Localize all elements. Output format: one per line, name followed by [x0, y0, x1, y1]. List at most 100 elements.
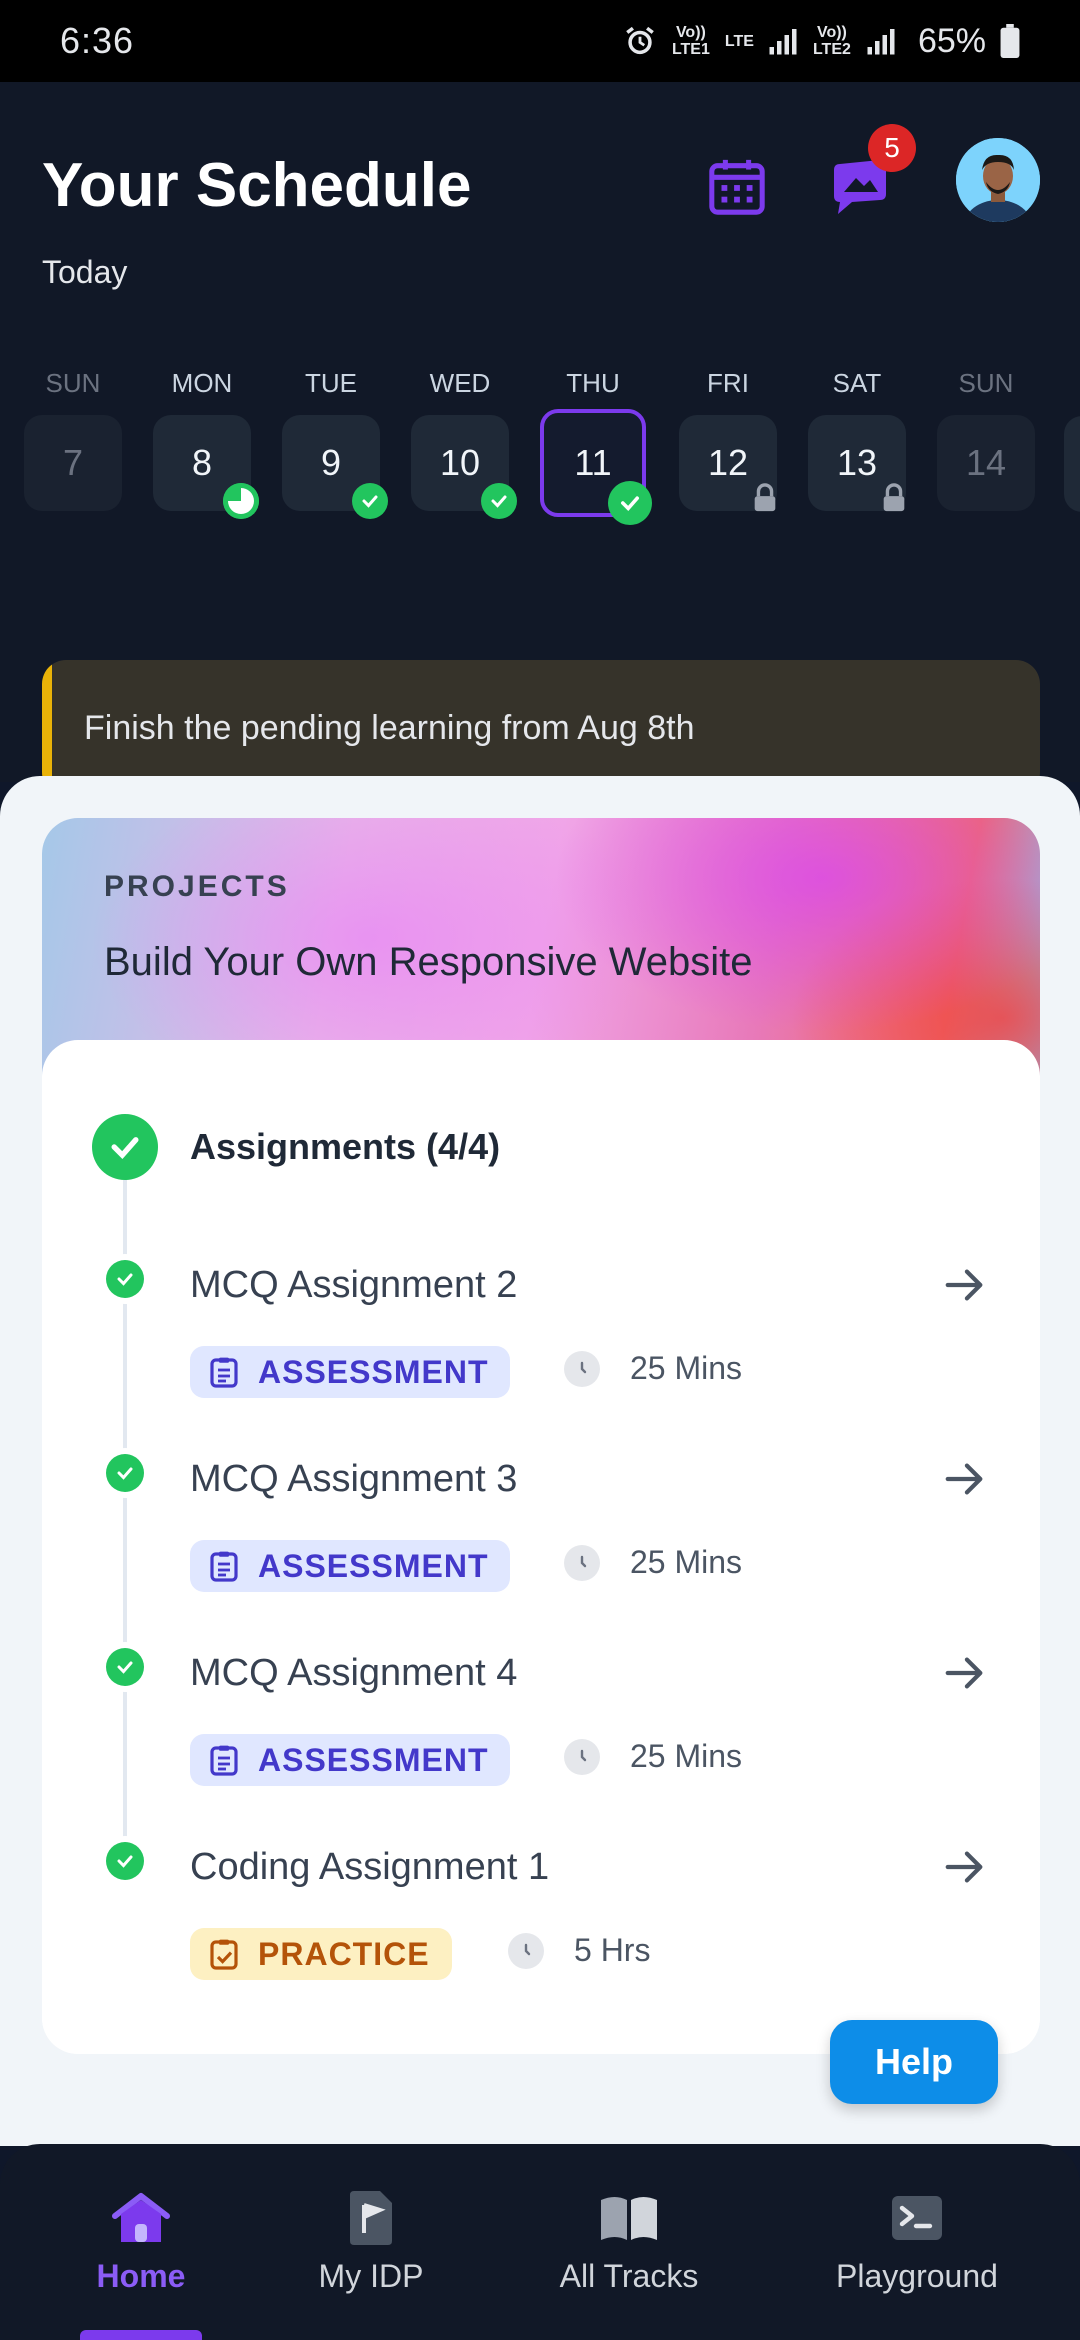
day-date: 7	[62, 442, 84, 483]
duration-text: 25 Mins	[630, 1350, 743, 1386]
day-name: WED	[429, 368, 491, 398]
nav-label: Home	[96, 2258, 186, 2294]
carrier-2-label: Vo)) LTE2	[812, 24, 851, 58]
assignment-name: MCQ Assignment 2	[190, 1264, 518, 1306]
day-sun-14[interactable]: SUN 14	[937, 368, 1035, 511]
battery-icon	[1000, 24, 1020, 58]
day-date: 10	[439, 442, 481, 483]
day-date: 11	[574, 442, 612, 483]
content-sheet: PROJECTS Build Your Own Responsive Websi…	[0, 776, 1080, 2146]
assessment-tag: ASSESSMENT	[190, 1346, 511, 1398]
clipboard-icon	[210, 1357, 238, 1388]
day-date: 8	[191, 442, 213, 483]
page-subtitle: Today	[42, 254, 128, 290]
page-title: Your Schedule	[42, 151, 472, 220]
completed-check-icon	[106, 1454, 144, 1492]
arrow-right-icon[interactable]	[942, 1844, 988, 1890]
nav-label: Playground	[836, 2258, 998, 2294]
tag-label: ASSESSMENT	[258, 1547, 489, 1584]
duration: 5 Hrs	[508, 1932, 650, 1969]
day-date: 14	[965, 442, 1007, 483]
calendar-icon	[709, 159, 765, 215]
project-hero: PROJECTS Build Your Own Responsive Websi…	[42, 818, 1040, 1078]
status-icons: Vo)) LTE1 LTE Vo)) LTE2 65%	[623, 22, 1020, 61]
day-sat-13[interactable]: SAT 13	[808, 368, 906, 512]
profile-photo-icon	[956, 138, 1040, 222]
signal-1-icon	[769, 29, 797, 55]
day-date: 12	[707, 442, 749, 483]
project-category: PROJECTS	[104, 870, 290, 903]
day-mon-8[interactable]: MON 8	[153, 368, 259, 519]
day-name: TUE	[305, 368, 357, 398]
banner-text: Finish the pending learning from Aug 8th	[84, 708, 695, 747]
tag-label: ASSESSMENT	[258, 1353, 489, 1390]
home-icon	[112, 2193, 170, 2242]
alarm-icon	[626, 26, 654, 55]
duration-text: 25 Mins	[630, 1738, 743, 1774]
day-fri-12[interactable]: FRI 12	[679, 368, 777, 512]
arrow-right-icon[interactable]	[942, 1650, 988, 1696]
day-date: 9	[320, 442, 342, 483]
user-avatar[interactable]	[956, 138, 1040, 222]
open-book-icon	[601, 2197, 657, 2240]
tag-label: ASSESSMENT	[258, 1741, 489, 1778]
clipboard-check-icon	[210, 1939, 238, 1970]
duration: 25 Mins	[564, 1350, 742, 1387]
signal-2-icon	[867, 29, 895, 55]
project-body: Assignments (4/4) MCQ Assignment 2 ASSES…	[42, 1040, 1040, 2054]
nav-label: All Tracks	[559, 2258, 699, 2294]
day-thu-11[interactable]: THU 11	[540, 368, 652, 525]
assessment-tag: ASSESSMENT	[190, 1734, 511, 1786]
assignment-item[interactable]: Coding Assignment 1 PRACTICE 5 Hrs	[42, 1838, 1040, 2028]
completed-check-icon	[106, 1842, 144, 1880]
duration-text: 5 Hrs	[574, 1932, 651, 1968]
clipboard-icon	[210, 1745, 238, 1776]
terminal-icon	[892, 2196, 942, 2240]
status-time: 6:36	[60, 20, 135, 61]
arrow-right-icon[interactable]	[942, 1456, 988, 1502]
day-name: FRI	[707, 368, 749, 398]
day-date: 13	[836, 442, 878, 483]
notification-badge: 5	[868, 124, 916, 172]
day-overflow-peek	[1064, 416, 1080, 512]
nav-playground[interactable]: Playground	[797, 2188, 1037, 2295]
flag-document-icon	[350, 2191, 392, 2245]
calendar-button[interactable]	[706, 156, 768, 218]
lock-icon	[883, 483, 905, 512]
assignments-section-title: Assignments (4/4)	[190, 1126, 501, 1167]
day-sun-7[interactable]: SUN 7	[24, 368, 122, 511]
assignment-name: MCQ Assignment 4	[190, 1652, 518, 1694]
day-name: MON	[171, 368, 233, 398]
day-name: SUN	[958, 368, 1014, 398]
completed-check-icon	[481, 483, 517, 519]
arrow-right-icon[interactable]	[942, 1262, 988, 1308]
duration: 25 Mins	[564, 1544, 742, 1581]
active-tab-indicator	[80, 2330, 202, 2340]
clock-icon	[564, 1738, 600, 1775]
duration: 25 Mins	[564, 1738, 742, 1775]
day-name: THU	[566, 368, 620, 398]
assignment-item[interactable]: MCQ Assignment 4 ASSESSMENT 25 Mins	[42, 1644, 1040, 1834]
completed-check-icon	[106, 1260, 144, 1298]
day-name: SAT	[832, 368, 882, 398]
completed-check-icon	[608, 481, 652, 525]
assignment-item[interactable]: MCQ Assignment 3 ASSESSMENT 25 Mins	[42, 1450, 1040, 1640]
schedule-header: Your Schedule Today 5 SUN 7 MON 8 TUE 9 …	[0, 82, 1080, 796]
assessment-tag: ASSESSMENT	[190, 1540, 511, 1592]
clock-icon	[508, 1932, 544, 1969]
day-wed-10[interactable]: WED 10	[411, 368, 517, 519]
nav-all-tracks[interactable]: All Tracks	[509, 2188, 749, 2295]
status-bar: 6:36 Vo)) LTE1 LTE Vo)) LTE2 65%	[0, 0, 1080, 82]
clock-icon	[564, 1544, 600, 1581]
nav-home[interactable]: Home	[21, 2188, 261, 2295]
assignment-item[interactable]: MCQ Assignment 2 ASSESSMENT 25 Mins	[42, 1256, 1040, 1446]
partial-progress-icon	[223, 483, 259, 519]
project-title: Build Your Own Responsive Website	[104, 940, 753, 984]
help-button[interactable]: Help	[830, 2020, 998, 2104]
day-name: SUN	[45, 368, 101, 398]
completed-check-icon	[352, 483, 388, 519]
day-tue-9[interactable]: TUE 9	[282, 368, 388, 519]
clipboard-icon	[210, 1551, 238, 1582]
clock-icon	[564, 1350, 600, 1387]
nav-my-idp[interactable]: My IDP	[251, 2188, 491, 2295]
